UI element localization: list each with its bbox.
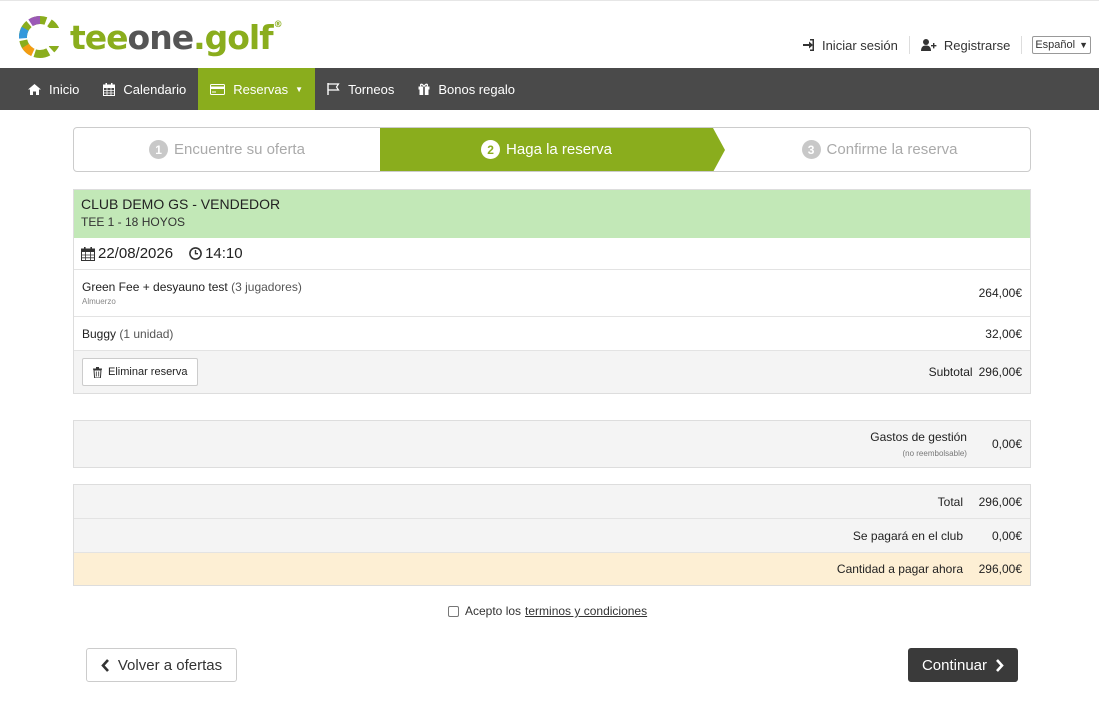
- nav-item-torneos[interactable]: Torneos: [315, 68, 406, 110]
- logo-ring-icon: [19, 16, 63, 58]
- register-link[interactable]: Registrarse: [910, 38, 1021, 53]
- booking-date: 22/08/2026: [98, 245, 174, 262]
- step-label: Confirme la reserva: [826, 141, 958, 158]
- line-item: Green Fee + desyauno test (3 jugadores) …: [74, 270, 1030, 317]
- club-header: CLUB DEMO GS - VENDEDOR TEE 1 - 18 HOYOS: [74, 190, 1030, 238]
- booking-time-group: 14:10: [189, 245, 243, 262]
- clock-icon: [189, 247, 202, 260]
- logo-wordmark: teeone.golf®: [70, 17, 283, 57]
- tee-info: TEE 1 - 18 HOYOS: [81, 215, 186, 229]
- back-to-offers-button[interactable]: Volver a ofertas: [86, 648, 237, 682]
- terms-link[interactable]: terminos y condiciones: [525, 604, 647, 618]
- booking-steps: 1 Encuentre su oferta 2 Haga la reserva …: [73, 127, 1031, 172]
- terms-prefix: Acepto los: [465, 604, 522, 618]
- login-link[interactable]: Iniciar sesión: [792, 38, 909, 53]
- management-fees: Gastos de gestión (no reembolsable) 0,00…: [73, 420, 1031, 468]
- pay-now-row: Cantidad a pagar ahora 296,00€: [74, 553, 1030, 585]
- step-make-booking: 2 Haga la reserva: [380, 128, 725, 171]
- main-nav: Inicio Calendario Reservas ▼ Torneos Bon…: [0, 68, 1099, 110]
- user-plus-icon: [920, 39, 937, 51]
- trash-icon: [93, 366, 102, 378]
- terms-acceptance: Acepto los terminos y condiciones: [448, 604, 647, 618]
- pay-at-club-row: Se pagará en el club 0,00€: [74, 519, 1030, 553]
- line-item-price: 264,00€: [978, 286, 1022, 300]
- subtotal-row: Eliminar reserva Subtotal 296,00€: [74, 351, 1030, 393]
- total-row: Total 296,00€: [74, 485, 1030, 519]
- delete-booking-button[interactable]: Eliminar reserva: [82, 358, 199, 386]
- totals-box: Total 296,00€ Se pagará en el club 0,00€ C…: [73, 484, 1031, 586]
- step-label: Encuentre su oferta: [174, 141, 305, 158]
- line-item-name: Buggy (1 unidad): [82, 326, 174, 341]
- nav-item-bonos-regalo[interactable]: Bonos regalo: [406, 68, 527, 110]
- line-item-price: 32,00€: [985, 326, 1022, 341]
- chevron-left-icon: [101, 658, 110, 672]
- step-number: 2: [481, 140, 501, 159]
- fee-label-group: Gastos de gestión (no reembolsable): [870, 430, 967, 458]
- nav-item-calendario[interactable]: Calendario: [91, 68, 198, 110]
- step-number: 3: [801, 140, 821, 159]
- step-number: 1: [149, 140, 169, 159]
- flag-icon: [327, 83, 340, 95]
- step-find-offer[interactable]: 1 Encuentre su oferta: [74, 128, 380, 171]
- site-header: teeone.golf® Iniciar sesión Registrarse …: [0, 0, 1099, 68]
- card-icon: [210, 83, 226, 95]
- terms-checkbox[interactable]: [448, 605, 459, 617]
- fee-value: 0,00€: [991, 437, 1022, 451]
- calendar-icon: [103, 82, 116, 96]
- booking-datetime: 22/08/2026 14:10: [74, 238, 1030, 270]
- teeone-logo[interactable]: teeone.golf®: [17, 14, 283, 60]
- home-icon: [28, 83, 41, 95]
- booking-summary: CLUB DEMO GS - VENDEDOR TEE 1 - 18 HOYOS…: [73, 189, 1031, 394]
- step-confirm-booking: 3 Confirme la reserva: [713, 128, 1030, 171]
- nav-item-reservas[interactable]: Reservas ▼: [198, 68, 316, 110]
- gift-icon: [418, 83, 430, 95]
- line-item-name: Green Fee + desyauno test (3 jugadores): [82, 280, 302, 294]
- step-label: Haga la reserva: [506, 141, 612, 158]
- fee-note: (no reembolsable): [902, 449, 967, 458]
- sign-in-icon: [802, 39, 815, 51]
- nav-item-inicio[interactable]: Inicio: [16, 68, 91, 110]
- line-item-detail: Almuerzo: [82, 297, 116, 306]
- fee-label: Gastos de gestión: [870, 430, 967, 444]
- divider: [1021, 36, 1023, 54]
- line-item: Buggy (1 unidad) 32,00€: [74, 317, 1030, 351]
- subtotal: Subtotal 296,00€: [928, 365, 1022, 379]
- calendar-icon: [81, 246, 95, 261]
- account-links: Iniciar sesión Registrarse Español ▼: [792, 35, 1091, 55]
- booking-time: 14:10: [205, 245, 243, 262]
- language-select[interactable]: Español ▼: [1032, 36, 1091, 54]
- chevron-down-icon: ▼: [1079, 40, 1088, 50]
- club-name: CLUB DEMO GS - VENDEDOR: [81, 196, 281, 212]
- caret-down-icon: ▼: [295, 84, 304, 94]
- continue-button[interactable]: Continuar: [908, 648, 1018, 682]
- chevron-right-icon: [995, 658, 1004, 672]
